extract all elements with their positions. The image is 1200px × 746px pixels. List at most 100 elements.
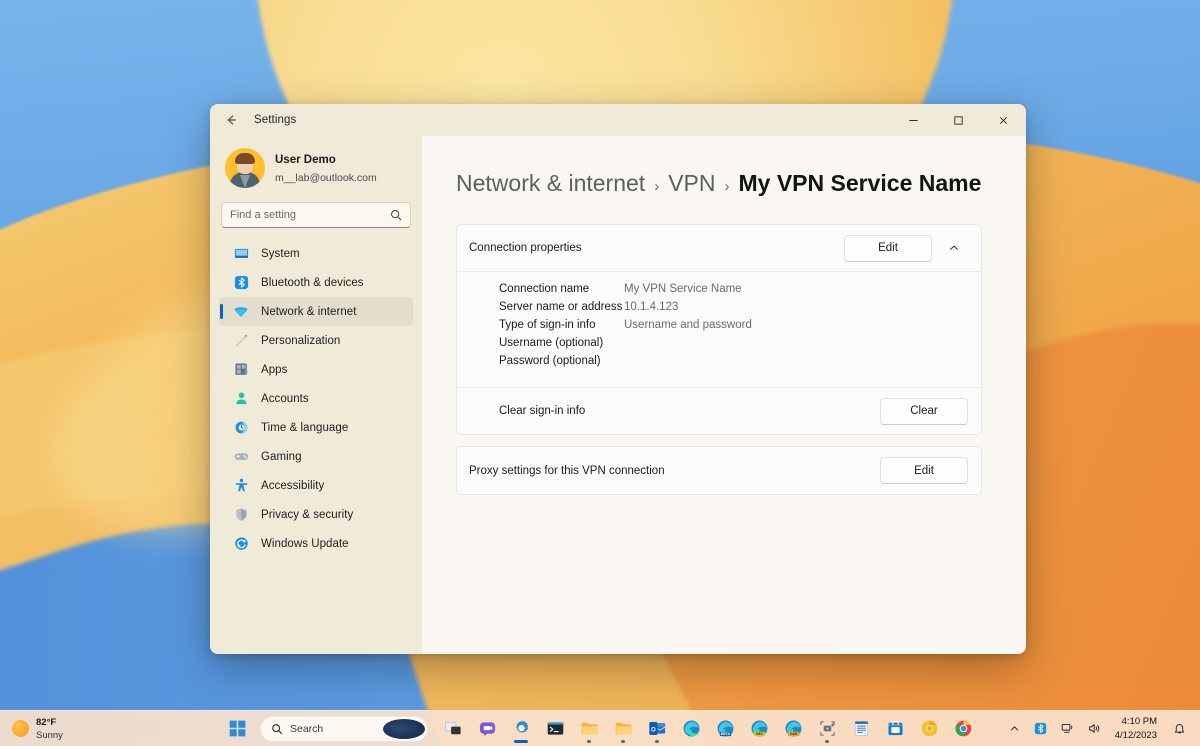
sidebar-item-system[interactable]: System [219, 239, 413, 268]
close-button[interactable] [981, 104, 1026, 136]
connection-properties-card: Connection properties Edit Connection na… [456, 224, 982, 435]
paintbrush-icon [233, 333, 249, 349]
sidebar-item-label: Bluetooth & devices [261, 276, 364, 289]
window-body: User Demo m__lab@outlook.com Find a sett… [210, 136, 1026, 654]
svg-text:BETA: BETA [720, 732, 730, 736]
taskbar-app-snipping-tool[interactable] [812, 714, 842, 744]
back-arrow-icon[interactable] [216, 105, 246, 135]
bluetooth-icon[interactable] [1028, 714, 1053, 744]
sidebar-item-apps[interactable]: Apps [219, 355, 413, 384]
taskbar-app-notepad[interactable] [846, 714, 876, 744]
sidebar-item-label: Windows Update [261, 537, 349, 550]
taskbar-app-task-view[interactable] [438, 714, 468, 744]
property-value: My VPN Service Name [624, 283, 742, 295]
property-label: Password (optional) [499, 355, 601, 367]
breadcrumb-item-vpn[interactable]: VPN [668, 170, 715, 197]
taskbar-app-chrome[interactable] [948, 714, 978, 744]
property-value: Username and password [624, 319, 752, 331]
taskbar-app-file-explorer-2[interactable] [608, 714, 638, 744]
profile-email: m__lab@outlook.com [275, 172, 377, 184]
taskbar-app-chrome-canary[interactable] [914, 714, 944, 744]
weather-widget[interactable]: 82°F Sunny [0, 713, 73, 745]
connection-properties-header: Connection properties Edit [457, 225, 981, 271]
property-row: Username (optional) [499, 337, 981, 355]
search-icon [271, 723, 283, 735]
taskbar: 82°F Sunny Search O BETA DEV CAN 4:10 PM… [0, 710, 1200, 746]
sun-icon [12, 720, 29, 737]
taskbar-center: Search O BETA DEV CAN [222, 714, 978, 744]
network-icon[interactable] [1055, 714, 1080, 744]
taskbar-app-terminal[interactable] [540, 714, 570, 744]
minimize-button[interactable] [891, 104, 936, 136]
sidebar: User Demo m__lab@outlook.com Find a sett… [210, 136, 422, 654]
sidebar-item-personalization[interactable]: Personalization [219, 326, 413, 355]
search-input[interactable] [230, 209, 390, 221]
proxy-settings-card[interactable]: Proxy settings for this VPN connection E… [456, 446, 982, 495]
gamepad-icon [233, 449, 249, 465]
property-label: Server name or address [499, 301, 623, 313]
taskbar-app-file-explorer[interactable] [574, 714, 604, 744]
taskbar-app-edge-beta[interactable]: BETA [710, 714, 740, 744]
proxy-settings-label: Proxy settings for this VPN connection [469, 464, 665, 477]
breadcrumb-separator: › [654, 178, 660, 195]
property-row: Type of sign-in info Username and passwo… [499, 319, 981, 337]
taskbar-app-edge[interactable] [676, 714, 706, 744]
property-label: Type of sign-in info [499, 319, 596, 331]
user-profile[interactable]: User Demo m__lab@outlook.com [219, 136, 413, 202]
search-setting-box[interactable] [221, 202, 411, 228]
weather-temperature: 82°F [36, 716, 57, 728]
taskbar-app-settings[interactable] [506, 714, 536, 744]
property-row: Server name or address 10.1.4.123 [499, 301, 981, 319]
weather-condition: Sunny [36, 729, 63, 741]
chevron-up-icon[interactable] [1003, 714, 1026, 744]
sidebar-item-privacy-security[interactable]: Privacy & security [219, 500, 413, 529]
sidebar-item-accessibility[interactable]: Accessibility [219, 471, 413, 500]
sidebar-item-accounts[interactable]: Accounts [219, 384, 413, 413]
sidebar-item-bluetooth-devices[interactable]: Bluetooth & devices [219, 268, 413, 297]
maximize-button[interactable] [936, 104, 981, 136]
search-decoration [383, 718, 425, 739]
page-title: My VPN Service Name [738, 170, 982, 196]
sidebar-item-gaming[interactable]: Gaming [219, 442, 413, 471]
bell-icon[interactable] [1167, 714, 1192, 744]
sidebar-item-time-language[interactable]: Time & language [219, 413, 413, 442]
breadcrumb-separator: › [724, 178, 730, 195]
window-titlebar: Settings [210, 104, 1026, 136]
settings-window: Settings User Demo m__lab@outlook.com Fi… [210, 104, 1026, 654]
clock-globe-icon [233, 420, 249, 436]
chevron-up-icon[interactable] [940, 234, 968, 262]
speaker-icon[interactable] [1082, 714, 1107, 744]
taskbar-app-microsoft-store[interactable] [880, 714, 910, 744]
shield-icon [233, 507, 249, 523]
proxy-settings-edit-button[interactable]: Edit [880, 457, 968, 484]
windows-logo-icon[interactable] [222, 714, 252, 744]
property-row: Password (optional) [499, 355, 981, 373]
sidebar-item-label: Network & internet [261, 305, 357, 318]
sidebar-item-windows-update[interactable]: Windows Update [219, 529, 413, 558]
clock-time: 4:10 PM [1121, 716, 1157, 727]
desktop: Settings User Demo m__lab@outlook.com Fi… [0, 0, 1200, 746]
clear-signin-label: Clear sign-in info [499, 405, 586, 417]
breadcrumb: Network & internet › VPN › My VPN Servic… [456, 170, 982, 197]
breadcrumb-item-network-internet[interactable]: Network & internet [456, 170, 645, 197]
taskbar-app-outlook[interactable]: O [642, 714, 672, 744]
taskbar-clock[interactable]: 4:10 PM 4/12/2023 [1109, 714, 1165, 744]
sidebar-item-network-internet[interactable]: Network & internet [219, 297, 413, 326]
taskbar-app-chat[interactable] [472, 714, 502, 744]
sidebar-item-label: Personalization [261, 334, 341, 347]
connection-properties-edit-button[interactable]: Edit [844, 234, 932, 262]
property-label: Username (optional) [499, 337, 604, 349]
apps-icon [233, 362, 249, 378]
window-title: Settings [254, 114, 297, 126]
sidebar-item-label: Gaming [261, 450, 302, 463]
taskbar-app-edge-dev[interactable]: DEV [744, 714, 774, 744]
update-icon [233, 536, 249, 552]
clear-signin-button[interactable]: Clear [880, 397, 968, 425]
taskbar-search[interactable]: Search [260, 715, 428, 742]
taskbar-app-edge-canary[interactable]: CAN [778, 714, 808, 744]
main-content: Network & internet › VPN › My VPN Servic… [422, 136, 1026, 654]
accessibility-icon [233, 478, 249, 494]
monitor-icon [233, 246, 249, 262]
proxy-settings-row: Proxy settings for this VPN connection E… [457, 447, 981, 494]
search-icon [390, 209, 402, 221]
